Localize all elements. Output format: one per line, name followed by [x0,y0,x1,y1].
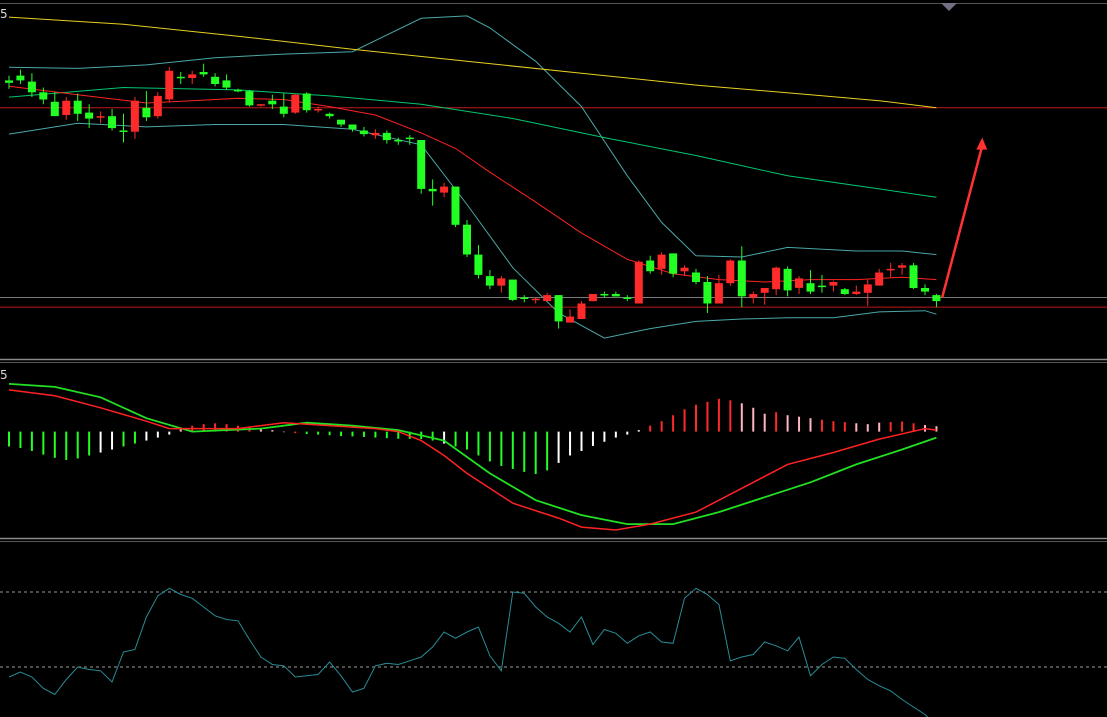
ma-long-line [8,16,937,109]
candle-body [588,294,597,302]
candle-body [27,81,36,93]
candle-body [50,101,59,117]
candle-body [108,116,116,129]
candle-body [234,89,242,92]
candle-body [852,291,861,294]
candle-body [817,285,826,288]
candle-body [497,278,506,286]
candle-body [428,188,437,192]
ma-mid-line [8,86,937,198]
candle-body [142,107,151,118]
candle-body [932,295,941,302]
candle-body [909,265,918,288]
candle-body [119,130,128,132]
candle-body [772,267,781,290]
macd-dea-line [8,383,937,525]
candle-body [39,92,48,100]
candle-body [703,282,712,304]
candle-body [337,119,345,125]
candle-body [222,80,231,88]
candle-body [554,295,563,322]
candle-body [508,279,517,300]
candle-body [417,140,426,189]
candle-body [96,116,105,118]
candle-body [268,100,277,105]
candle-body [840,289,849,294]
candle-body [176,76,185,79]
candle-body [714,283,723,304]
candle-body [726,260,735,284]
trend-arrow [940,145,984,298]
candle-body [256,104,265,106]
candle-body [405,137,414,140]
candle-body [348,124,357,130]
candle-body [680,267,689,272]
candle-body [886,268,895,271]
candle-body [245,91,254,106]
candle-body [634,261,643,304]
candle-body [302,93,311,111]
candle-body [749,294,758,298]
candle-body [188,74,197,78]
oscillator-line [8,587,929,717]
candle-body [211,76,220,84]
candle-body [325,113,334,117]
candle-body [291,94,300,113]
candle-body [16,75,25,81]
bollinger-lower-line [8,122,937,339]
candle-body [62,100,71,115]
candle-body [451,186,460,225]
candle-body [5,80,13,83]
candle-body [623,297,632,299]
candle-body [165,70,174,100]
candle-body [543,295,552,302]
candle-body [520,297,529,299]
candle-body [440,186,449,193]
candle-body [783,268,792,291]
candle-body [73,100,82,114]
bollinger-upper-line [8,15,937,258]
candle-body [474,254,483,275]
candle-body [646,260,655,272]
time-marker-icon [941,3,957,11]
candle-body [737,260,746,297]
candle-body [863,284,872,293]
candle-body [806,283,815,292]
candle-body [394,140,403,142]
macd-panel-label: 5 [0,368,8,382]
candle-body [485,276,494,286]
candle-body [566,316,574,323]
candle-body [829,282,838,286]
candle-body [382,132,391,141]
candle-body [795,278,803,288]
candle-body [463,224,471,255]
price-panel-label: 5 [0,7,8,21]
candle-body [199,72,208,75]
candle-body [692,272,700,282]
candle-body [577,303,586,319]
candle-body [314,109,323,111]
candle-body [371,132,380,136]
candle-body [531,298,540,301]
candle-body [760,288,769,293]
candle-body [669,253,678,274]
candle-body [657,254,666,269]
candle-body [153,95,162,117]
candle-body [130,100,139,132]
candle-body [279,106,288,114]
candle-body [875,272,884,286]
candle-body [921,288,929,292]
candle-body [898,265,907,268]
trend-arrow-head-icon [976,137,988,150]
candle-body [611,294,620,297]
candle-body [85,112,94,119]
macd-dif-line [8,389,937,531]
stock-chart [0,3,1107,717]
candle-body [600,294,609,296]
candle-body [359,130,368,135]
